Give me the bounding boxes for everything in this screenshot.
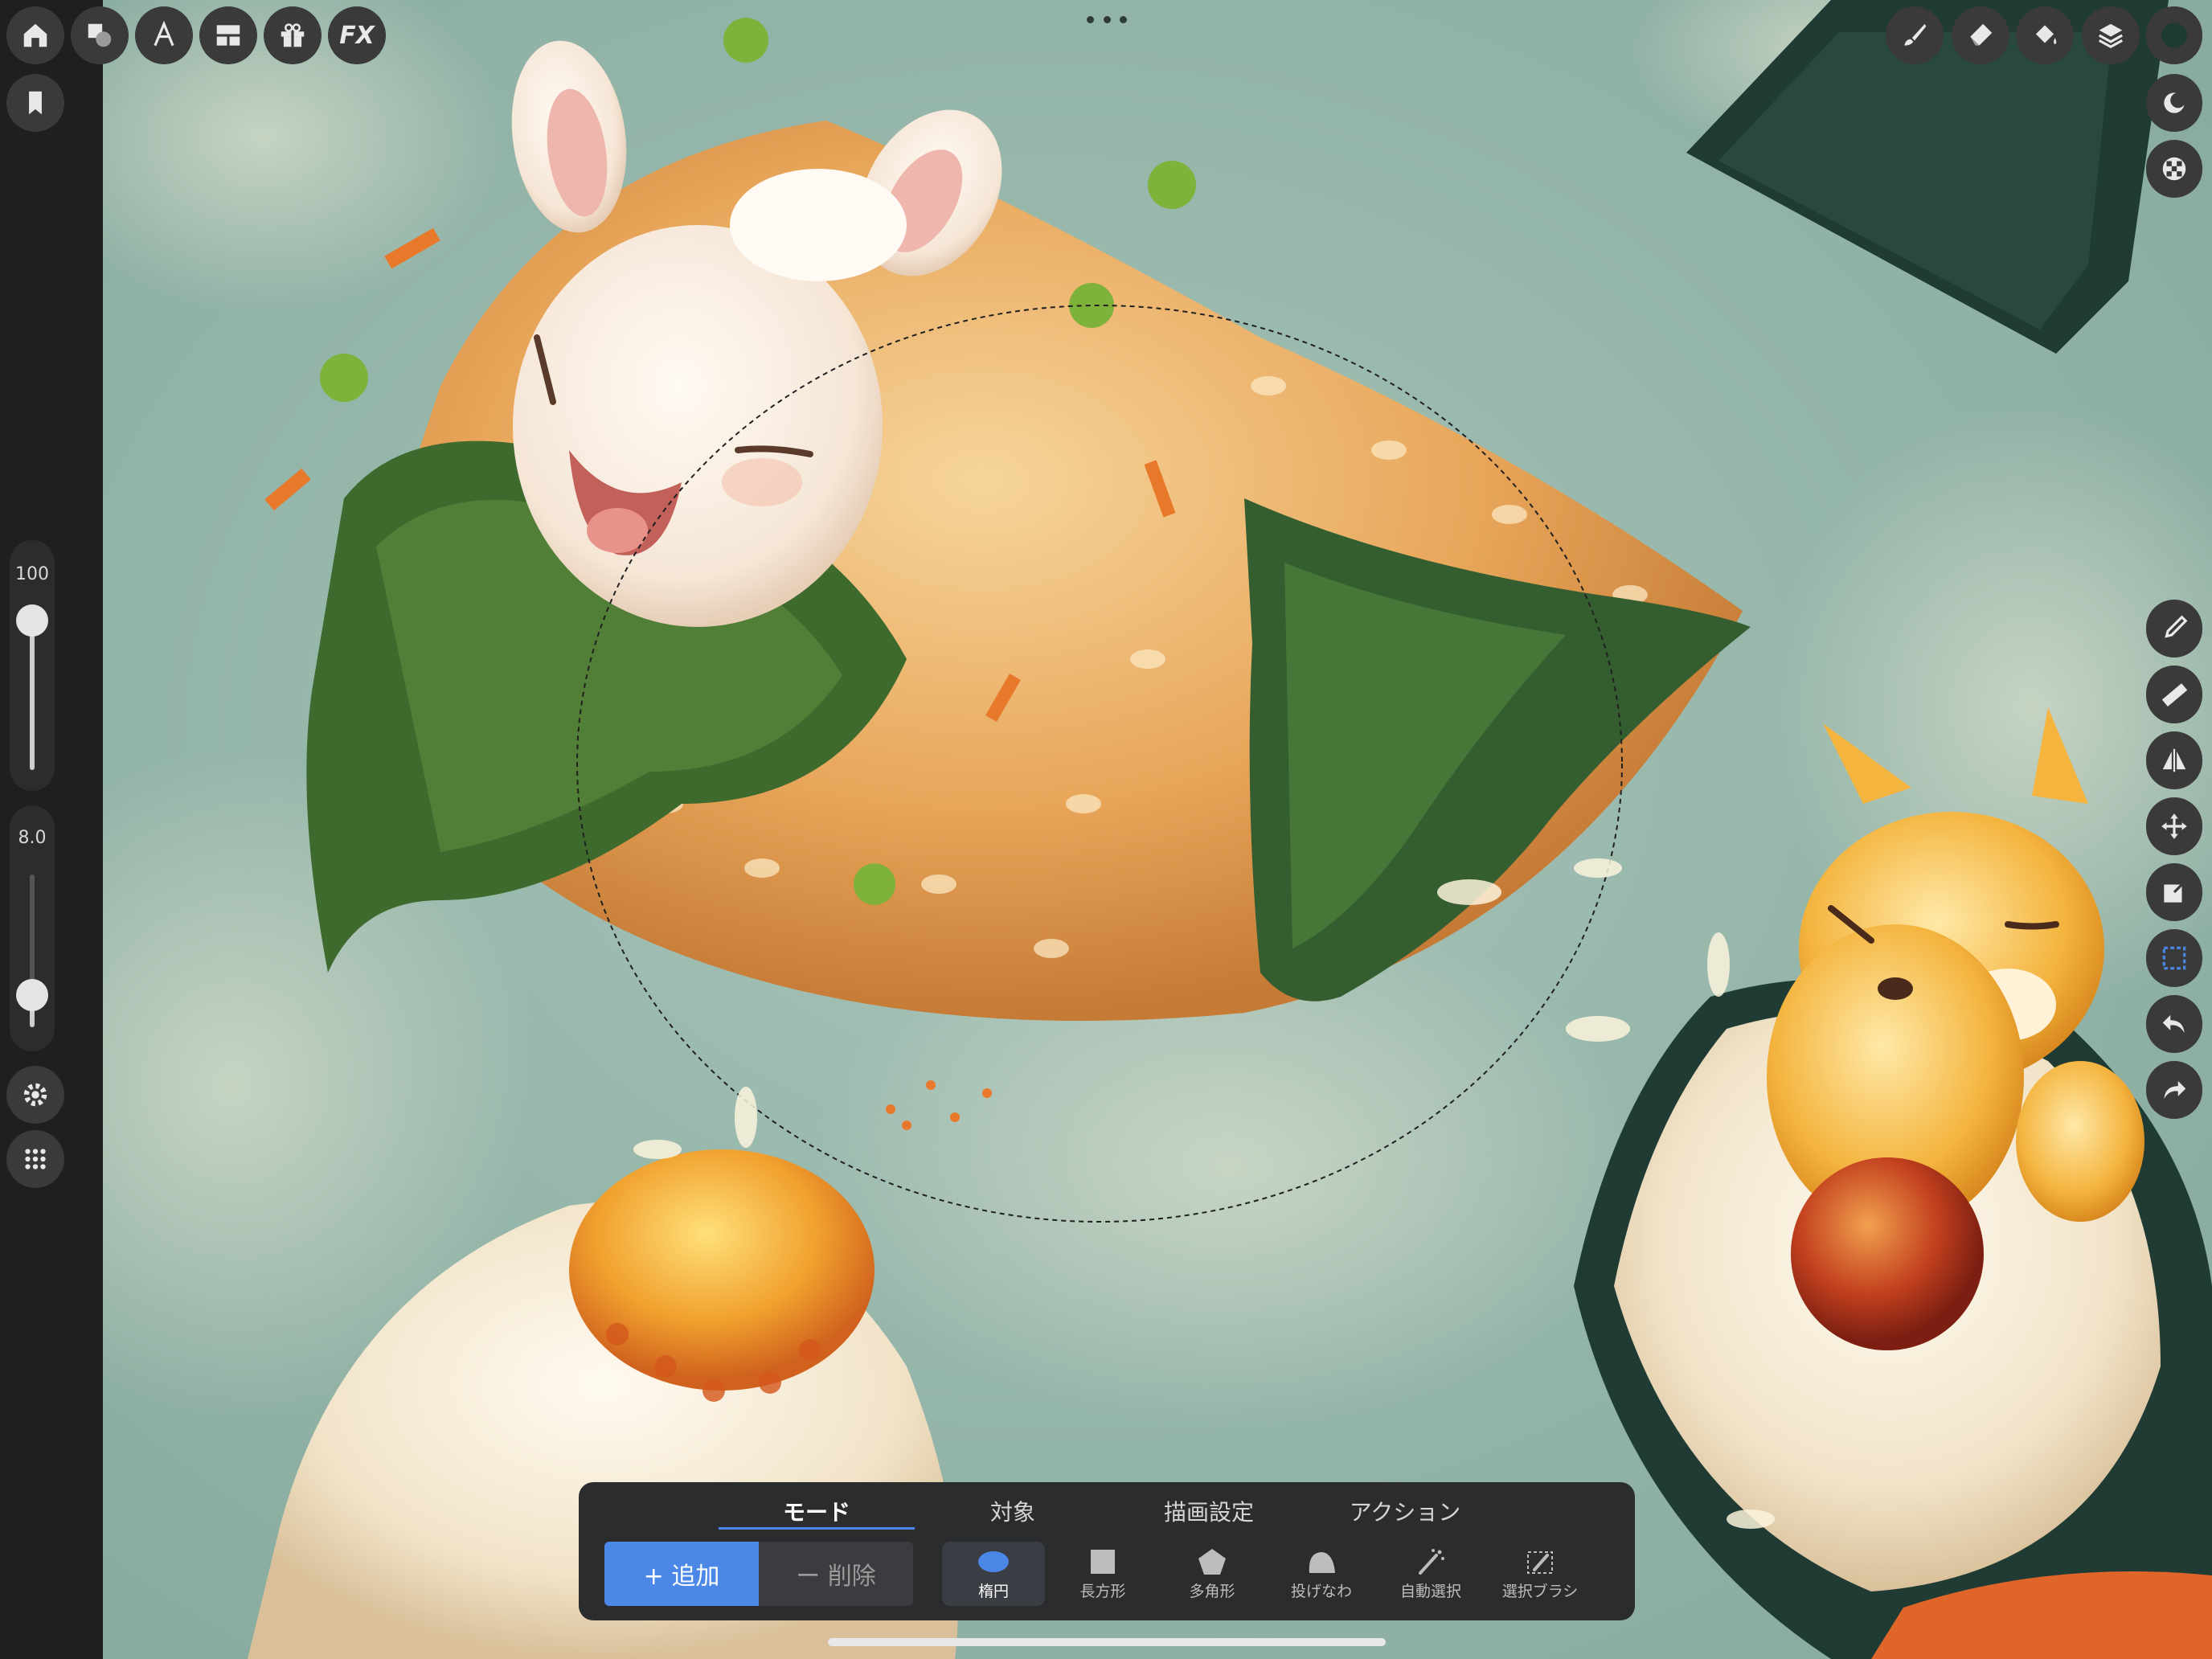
selection-button[interactable] [2146, 929, 2202, 987]
tool-lasso-label: 投げなわ [1290, 1582, 1352, 1600]
fx-button[interactable]: FX [328, 6, 386, 64]
move-button[interactable] [2146, 797, 2202, 855]
brush-button[interactable] [1886, 6, 1944, 64]
brush-icon [1904, 23, 1927, 46]
mask-button[interactable] [2146, 74, 2202, 132]
home-button[interactable] [6, 6, 64, 64]
home-indicator[interactable] [828, 1638, 1386, 1646]
brush-size-knob[interactable] [16, 604, 48, 637]
text-icon [154, 20, 174, 47]
tab-draw-settings[interactable]: 描画設定 [1111, 1489, 1307, 1534]
ruler-button[interactable] [2146, 666, 2202, 723]
layers-icon [2098, 23, 2124, 49]
selection-panel: モード 対象 描画設定 アクション + 追加 ー 削除 楕円 長方形 多角形 投… [579, 1482, 1635, 1620]
tool-magic-wand-label: 自動選択 [1399, 1582, 1461, 1600]
eyedropper-button[interactable] [2146, 600, 2202, 657]
gallery-icon [216, 25, 240, 46]
eyedropper-icon [2165, 615, 2188, 638]
move-icon [2161, 813, 2187, 839]
gallery-button[interactable] [199, 6, 257, 64]
redo-button[interactable] [2146, 1061, 2202, 1119]
brush-opacity-knob[interactable] [16, 979, 48, 1011]
mirror-icon [2162, 748, 2186, 772]
gift-icon [281, 23, 305, 47]
undo-button[interactable] [2146, 995, 2202, 1053]
artwork [103, 0, 2212, 1659]
bookmark-button[interactable] [6, 74, 64, 132]
tab-actions[interactable]: アクション [1307, 1489, 1503, 1534]
color-button[interactable] [2146, 6, 2202, 64]
tool-rectangle-label: 長方形 [1079, 1582, 1126, 1600]
ruler-icon [2161, 683, 2188, 707]
tool-ellipse-label: 楕円 [977, 1582, 1009, 1600]
tool-selection-brush[interactable]: 選択ブラシ [1489, 1542, 1591, 1606]
tool-selection-brush-label: 選択ブラシ [1501, 1582, 1579, 1600]
shapes-icon [88, 23, 112, 47]
selection-icon [2162, 946, 2186, 970]
tool-polygon[interactable]: 多角形 [1161, 1542, 1264, 1606]
selection-brush-icon [1527, 1550, 1553, 1574]
checker-button[interactable] [2146, 140, 2202, 198]
transform-button[interactable] [2146, 863, 2202, 921]
eraser-button[interactable] [1952, 6, 2009, 64]
tool-polygon-label: 多角形 [1189, 1582, 1235, 1600]
brush-size-value: 100 [15, 564, 49, 584]
mirror-button[interactable] [2146, 731, 2202, 789]
checker-icon [2162, 157, 2186, 181]
ellipse-icon [978, 1550, 1009, 1572]
fill-button[interactable] [2016, 6, 2074, 64]
eraser-icon [1970, 23, 1993, 46]
shapes-button[interactable] [71, 6, 129, 64]
home-icon [23, 23, 47, 47]
fx-icon: FX [339, 21, 375, 50]
bookmark-icon [29, 91, 42, 115]
gift-button[interactable] [264, 6, 322, 64]
tool-magic-wand[interactable]: 自動選択 [1379, 1542, 1482, 1606]
redo-icon [2164, 1080, 2186, 1100]
polygon-icon [1198, 1548, 1226, 1575]
apps-grid-icon [25, 1149, 46, 1169]
add-selection-button[interactable]: + 追加 [604, 1542, 759, 1606]
transform-icon [2164, 880, 2186, 903]
layers-button[interactable] [2082, 6, 2140, 64]
fill-icon [2035, 25, 2057, 45]
active-tab-indicator [719, 1527, 915, 1530]
lasso-icon [1309, 1551, 1335, 1573]
panel-drag-handle[interactable] [1087, 16, 1127, 26]
rectangle-icon [1091, 1549, 1115, 1574]
color-swatch-icon [2161, 23, 2187, 48]
apps-button[interactable] [6, 1130, 64, 1188]
tool-lasso[interactable]: 投げなわ [1270, 1542, 1373, 1606]
settings-icon [23, 1083, 47, 1107]
drawing-canvas[interactable] [103, 0, 2212, 1659]
brush-size-slider[interactable]: 100 [10, 540, 55, 791]
tool-ellipse[interactable]: 楕円 [942, 1542, 1045, 1606]
tool-rectangle[interactable]: 長方形 [1051, 1542, 1154, 1606]
magic-wand-icon [1419, 1548, 1444, 1575]
brush-opacity-value: 8.0 [18, 828, 47, 848]
mask-icon [2164, 92, 2186, 113]
text-button[interactable] [135, 6, 193, 64]
undo-icon [2162, 1014, 2185, 1034]
delete-selection-button[interactable]: ー 削除 [759, 1542, 913, 1606]
brush-opacity-slider[interactable]: 8.0 [10, 805, 55, 1051]
settings-button[interactable] [6, 1066, 64, 1124]
tab-target[interactable]: 対象 [915, 1489, 1111, 1534]
